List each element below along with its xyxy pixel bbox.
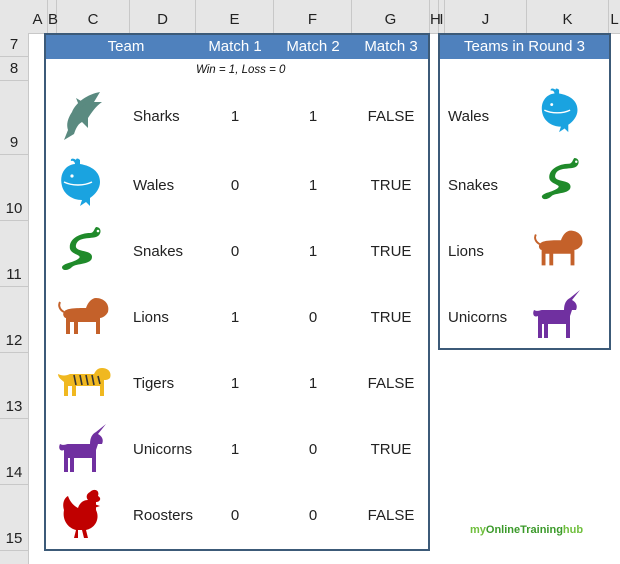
brand-logo: myOnlineTraininghub (470, 524, 583, 536)
match-1-cell[interactable]: 1 (196, 309, 274, 326)
match-1-cell[interactable]: 0 (196, 243, 274, 260)
header-match-3[interactable]: Match 3 (352, 35, 430, 59)
scoring-note[interactable]: Win = 1, Loss = 0 (196, 64, 285, 76)
row-header-13[interactable]: 13 (0, 353, 28, 419)
column-header-a[interactable]: A (28, 0, 48, 33)
column-header-b[interactable]: B (48, 0, 58, 33)
row-header-15[interactable]: 15 (0, 485, 28, 551)
match-3-cell[interactable]: TRUE (352, 177, 430, 194)
match-2-cell[interactable]: 0 (274, 309, 352, 326)
round3-team-name[interactable]: Lions (448, 243, 484, 260)
team-name[interactable]: Snakes (133, 243, 183, 260)
team-name[interactable]: Lions (133, 309, 169, 326)
whale-icon[interactable] (538, 88, 582, 134)
column-header-f[interactable]: F (274, 0, 352, 33)
match-3-cell[interactable]: FALSE (352, 375, 430, 392)
lion-icon[interactable] (532, 228, 586, 268)
match-2-cell[interactable]: 1 (274, 375, 352, 392)
row-header-8[interactable]: 8 (0, 57, 28, 81)
match-3-cell[interactable]: FALSE (352, 507, 430, 524)
match-1-cell[interactable]: 0 (196, 507, 274, 524)
team-name[interactable]: Sharks (133, 108, 180, 125)
match-2-cell[interactable]: 1 (274, 108, 352, 125)
round3-header[interactable]: Teams in Round 3 (440, 35, 609, 59)
match-2-cell[interactable]: 0 (274, 441, 352, 458)
tiger-icon[interactable] (56, 366, 112, 400)
whale-icon[interactable] (58, 158, 104, 208)
snake-icon[interactable] (538, 154, 582, 204)
row-header-9[interactable]: 9 (0, 81, 28, 155)
column-header-l[interactable]: L (609, 0, 620, 33)
match-2-cell[interactable]: 1 (274, 243, 352, 260)
brand-prefix: my (470, 524, 486, 536)
match-1-cell[interactable]: 1 (196, 375, 274, 392)
match-3-cell[interactable]: FALSE (352, 108, 430, 125)
column-headers: A B C D E F G H I J K L (0, 0, 620, 34)
column-header-g[interactable]: G (352, 0, 430, 33)
team-name[interactable]: Wales (133, 177, 174, 194)
column-header-c[interactable]: C (57, 0, 130, 33)
column-header-d[interactable]: D (130, 0, 196, 33)
round3-team-name[interactable]: Snakes (448, 177, 498, 194)
unicorn-icon[interactable] (530, 290, 584, 340)
match-2-cell[interactable]: 1 (274, 177, 352, 194)
rooster-icon[interactable] (60, 488, 104, 540)
team-name[interactable]: Roosters (133, 507, 193, 524)
column-header-j[interactable]: J (445, 0, 527, 33)
row-header-11[interactable]: 11 (0, 221, 28, 287)
brand-suffix: hub (562, 524, 584, 536)
header-match-2[interactable]: Match 2 (274, 35, 352, 59)
column-header-k[interactable]: K (527, 0, 609, 33)
match-3-cell[interactable]: TRUE (352, 309, 430, 326)
header-team[interactable]: Team (90, 35, 162, 59)
shark-icon[interactable] (62, 90, 104, 142)
snake-icon[interactable] (58, 223, 104, 275)
column-header-h[interactable]: H (430, 0, 441, 33)
round3-team-name[interactable]: Wales (448, 108, 489, 125)
team-name[interactable]: Tigers (133, 375, 174, 392)
round3-team-name[interactable]: Unicorns (448, 309, 507, 326)
brand-name: OnlineTraining (485, 524, 563, 536)
column-header-e[interactable]: E (196, 0, 274, 33)
match-1-cell[interactable]: 0 (196, 177, 274, 194)
lion-icon[interactable] (56, 296, 112, 336)
row-headers: 7 8 9 10 11 12 13 14 15 (0, 33, 29, 564)
match-1-cell[interactable]: 1 (196, 108, 274, 125)
unicorn-icon[interactable] (56, 424, 110, 474)
row-header-7[interactable]: 7 (0, 33, 28, 57)
row-header-12[interactable]: 12 (0, 287, 28, 353)
match-3-cell[interactable]: TRUE (352, 243, 430, 260)
match-2-cell[interactable]: 0 (274, 507, 352, 524)
team-name[interactable]: Unicorns (133, 441, 192, 458)
main-table-header-row: Team Match 1 Match 2 Match 3 (46, 35, 428, 59)
row-header-14[interactable]: 14 (0, 419, 28, 485)
match-3-cell[interactable]: TRUE (352, 441, 430, 458)
match-1-cell[interactable]: 1 (196, 441, 274, 458)
header-match-1[interactable]: Match 1 (196, 35, 274, 59)
row-header-10[interactable]: 10 (0, 155, 28, 221)
